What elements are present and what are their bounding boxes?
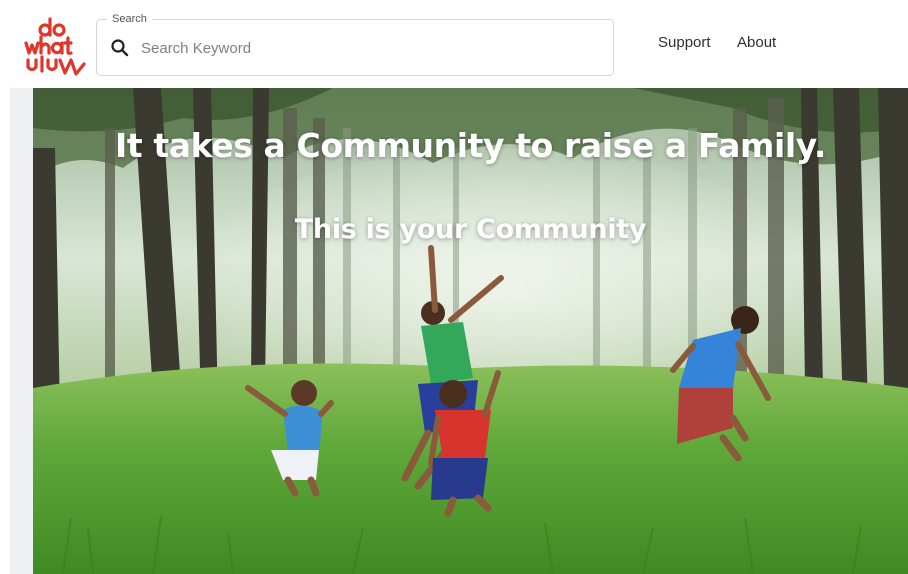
nav-support-link[interactable]: Support [658, 33, 711, 53]
search-label: Search [107, 12, 152, 26]
search-box: Search [96, 12, 614, 76]
search-input[interactable] [141, 34, 601, 62]
do-what-u-luv-logo-icon [24, 17, 86, 76]
hero-subtitle: This is your Community [294, 214, 647, 245]
search-icon[interactable] [110, 38, 130, 58]
nav-about-link[interactable]: About [737, 33, 776, 53]
hero-banner: It takes a Community to raise a Family. … [33, 88, 908, 574]
brand-logo[interactable] [22, 16, 90, 80]
top-header: Search Support About [0, 0, 908, 88]
hero-title: It takes a Community to raise a Family. [114, 126, 826, 165]
left-gutter [10, 88, 34, 574]
